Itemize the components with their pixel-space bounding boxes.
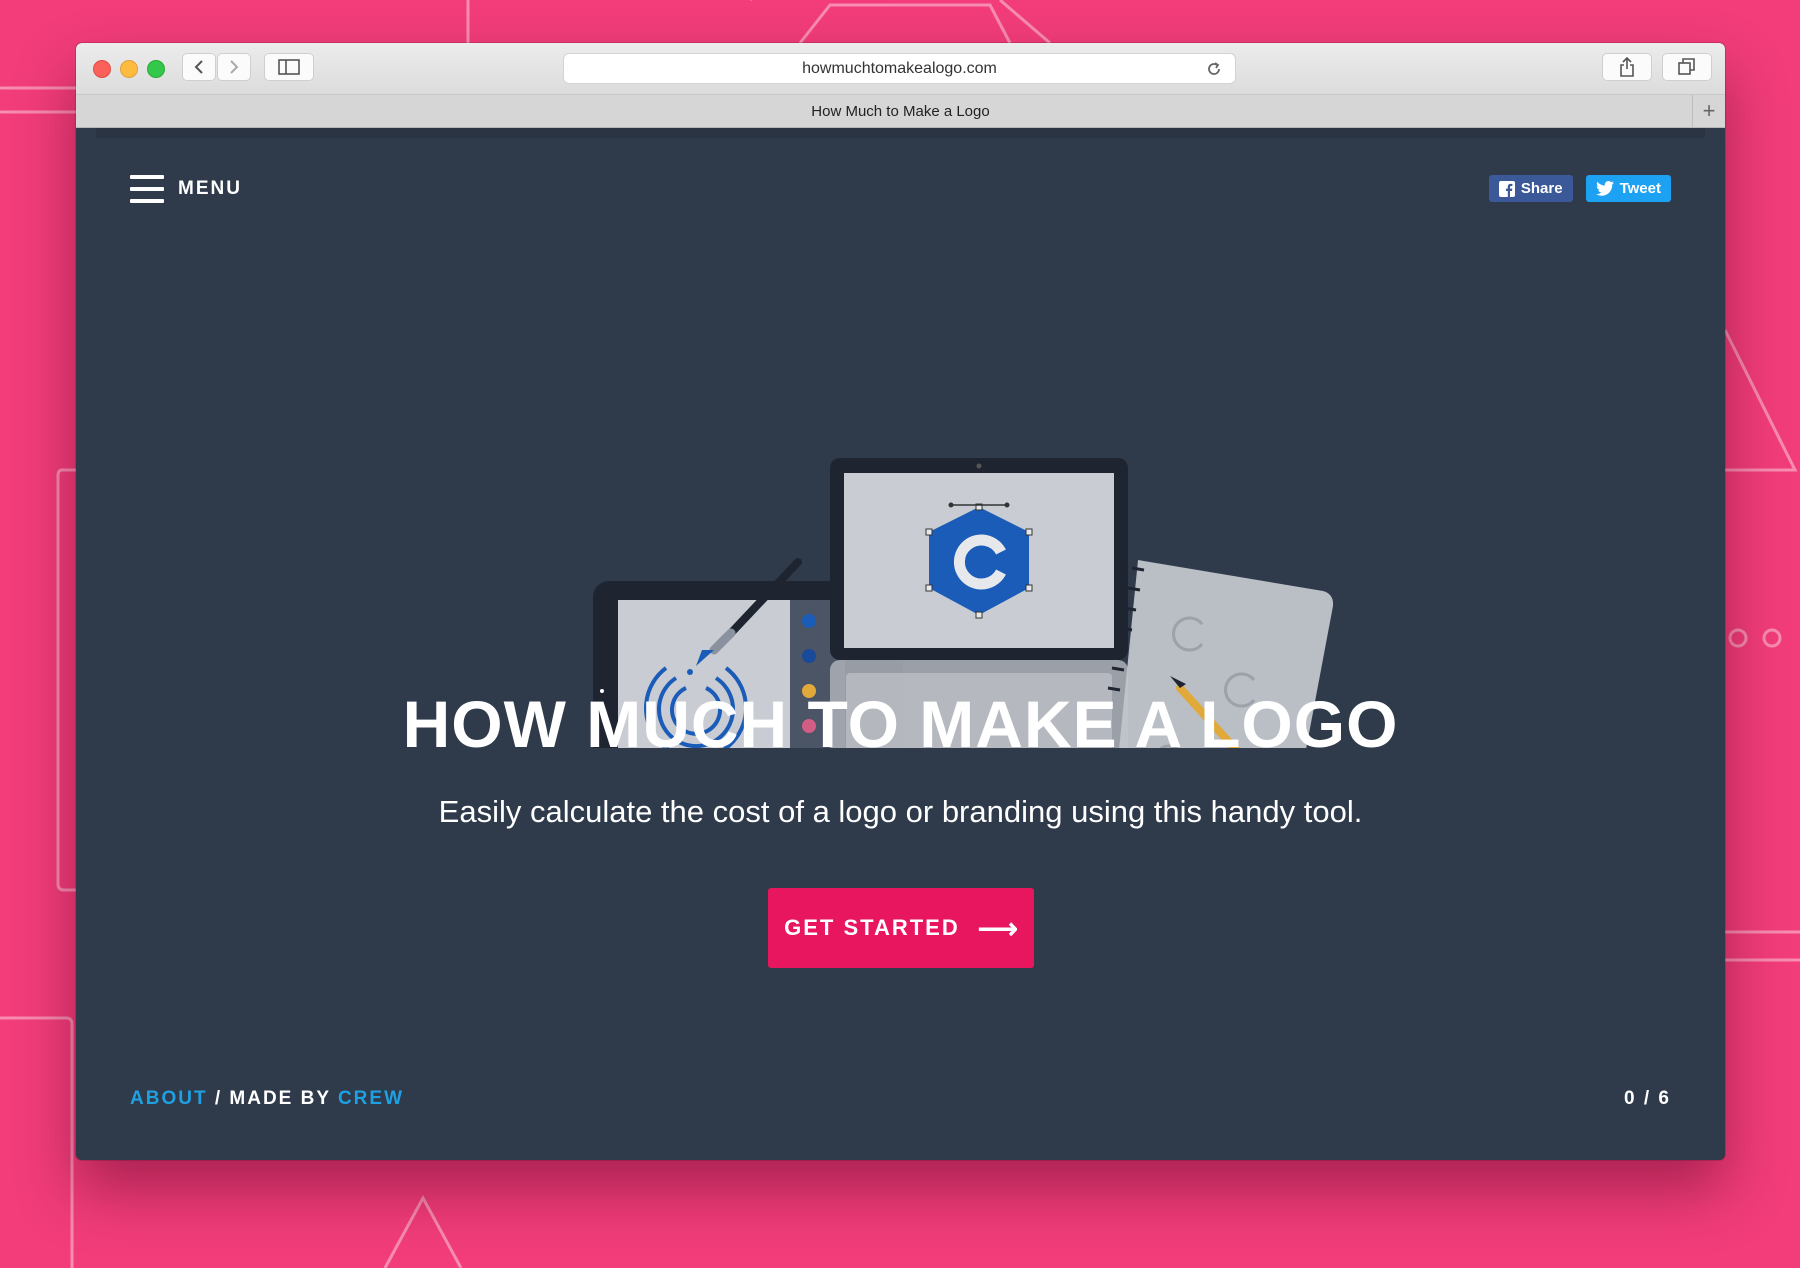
facebook-icon (1498, 180, 1515, 197)
zoom-window-button[interactable] (147, 60, 165, 78)
web-page: MENU Share Tweet HOW MUCH TO MAKE A LOGO… (76, 128, 1725, 1160)
chevron-left-icon (194, 60, 203, 74)
share-label: Share (1520, 180, 1563, 197)
tab-overview-button[interactable] (1662, 53, 1712, 81)
about-link[interactable]: ABOUT (130, 1088, 208, 1109)
get-started-button[interactable]: GET STARTED ⟶ (768, 888, 1034, 968)
hero-illustration (593, 458, 1334, 748)
twitter-icon (1595, 181, 1614, 196)
get-started-label: GET STARTED (784, 915, 960, 940)
page-top-shade (96, 128, 1705, 138)
forward-button[interactable] (217, 53, 251, 81)
facebook-share-button[interactable]: Share (1488, 175, 1573, 202)
hamburger-icon (130, 175, 164, 203)
step-progress: 0 / 6 (1624, 1088, 1671, 1109)
close-window-button[interactable] (93, 60, 111, 78)
minimize-window-button[interactable] (120, 60, 138, 78)
tweet-label: Tweet (1619, 180, 1661, 197)
tabs-icon (1678, 58, 1695, 75)
share-icon (1620, 57, 1634, 77)
tab-bar: How Much to Make a Logo + (76, 95, 1725, 128)
browser-window: howmuchtomakealogo.com How Much to Make … (76, 43, 1725, 1160)
chevron-right-icon (230, 60, 239, 74)
footer-credits: ABOUT / MADE BY CREW (130, 1088, 404, 1110)
reload-icon[interactable] (1205, 60, 1223, 83)
social-buttons: Share Tweet (1488, 175, 1671, 202)
url-text: howmuchtomakealogo.com (802, 59, 997, 77)
sidebar-toggle-button[interactable] (264, 53, 314, 81)
arrow-right-icon: ⟶ (977, 912, 1018, 944)
made-by-text: / MADE BY (207, 1088, 338, 1109)
share-page-button[interactable] (1602, 53, 1652, 81)
crew-link[interactable]: CREW (338, 1088, 404, 1109)
address-bar[interactable]: howmuchtomakealogo.com (563, 53, 1236, 84)
menu-button[interactable]: MENU (130, 175, 242, 203)
page-title: HOW MUCH TO MAKE A LOGO (402, 687, 1399, 761)
sidebar-icon (278, 59, 300, 75)
new-tab-button[interactable]: + (1692, 95, 1725, 127)
menu-label: MENU (178, 178, 242, 199)
twitter-tweet-button[interactable]: Tweet (1585, 175, 1671, 202)
tab-title[interactable]: How Much to Make a Logo (811, 103, 989, 120)
back-button[interactable] (182, 53, 216, 81)
page-subtitle: Easily calculate the cost of a logo or b… (438, 794, 1363, 829)
browser-toolbar: howmuchtomakealogo.com (76, 43, 1725, 95)
